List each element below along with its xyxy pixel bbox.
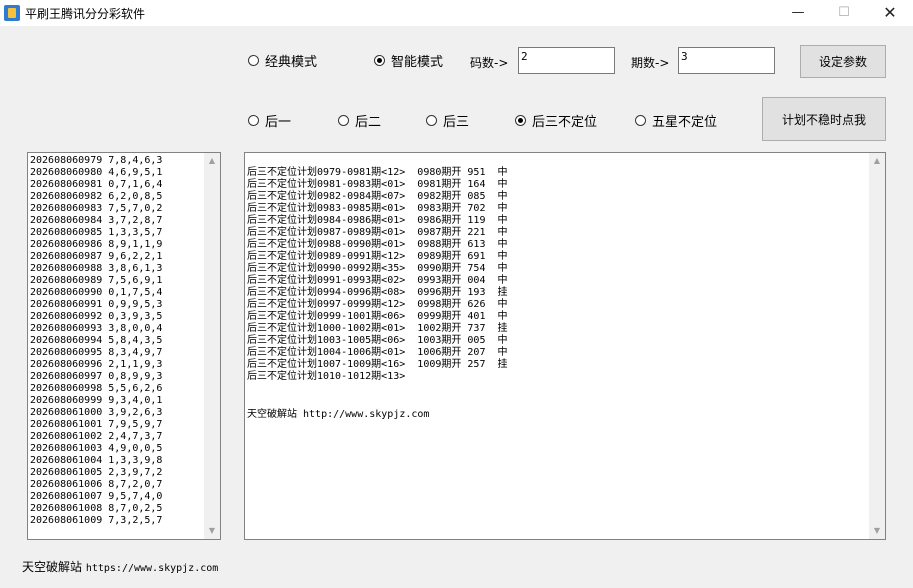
- list-item: 后三不定位计划0983-0985期<01> 0983期开 702 中: [247, 203, 508, 214]
- list-item: 202608060992 0,3,9,3,5: [30, 311, 163, 322]
- list-item: 202608060994 5,8,4,3,5: [30, 335, 163, 346]
- history-scrollbar[interactable]: ▲ ▼: [204, 153, 220, 539]
- radio-dot[interactable]: [635, 114, 646, 126]
- radio-label: 智能模式: [391, 54, 444, 70]
- history-list[interactable]: 202608060979 7,8,4,6,3 202608060980 4,6,9…: [27, 152, 221, 540]
- plan-unstable-button[interactable]: 计划不稳时点我: [762, 97, 886, 141]
- plan-output[interactable]: 后三不定位计划0979-0981期<12> 0980期开 951 中后三不定位计…: [244, 152, 886, 540]
- list-item: 202608060987 9,6,2,2,1: [30, 251, 163, 262]
- radio-dot[interactable]: [374, 54, 385, 66]
- list-item: 后三不定位计划1000-1002期<01> 1002期开 737 挂: [247, 323, 508, 334]
- scroll-up-icon[interactable]: ▲: [204, 153, 220, 169]
- radio-label: 五星不定位: [652, 114, 718, 130]
- minimize-button[interactable]: —: [775, 0, 821, 26]
- radio-dot[interactable]: [338, 114, 349, 126]
- radio-dot[interactable]: [248, 114, 259, 126]
- list-item: 202608060990 0,1,7,5,4: [30, 287, 163, 298]
- list-item: 202608060982 6,2,0,8,5: [30, 191, 163, 202]
- list-item: 202608060985 1,3,3,5,7: [30, 227, 163, 238]
- radio-label: 后三不定位: [532, 114, 598, 130]
- radio-label: 经典模式: [265, 54, 318, 70]
- list-item: 202608060993 3,8,0,0,4: [30, 323, 163, 334]
- radio-five-star-unordered[interactable]: 五星不定位: [635, 112, 718, 130]
- maximize-button[interactable]: ☐: [821, 0, 867, 26]
- list-item: 202608061006 8,7,2,0,7: [30, 479, 163, 490]
- app-icon: [4, 5, 20, 21]
- list-item: 后三不定位计划0994-0996期<08> 0996期开 193 挂: [247, 287, 508, 298]
- plan-footer: 天空破解站 http://www.skypjz.com: [247, 409, 430, 420]
- list-item: 202608060989 7,5,6,9,1: [30, 275, 163, 286]
- radio-last-three-unordered[interactable]: 后三不定位: [515, 112, 598, 130]
- code-count-input[interactable]: 2: [518, 47, 615, 74]
- scroll-down-icon[interactable]: ▼: [204, 523, 220, 539]
- list-item: 202608060988 3,8,6,1,3: [30, 263, 163, 274]
- list-item: 后三不定位计划0979-0981期<12> 0980期开 951 中: [247, 167, 508, 178]
- radio-dot[interactable]: [248, 54, 259, 66]
- radio-last-three[interactable]: 后三: [426, 112, 470, 130]
- footer-link: 天空破解站 https://www.skypjz.com: [22, 558, 218, 575]
- list-item: 后三不定位计划0989-0991期<12> 0989期开 691 中: [247, 251, 508, 262]
- code-count-label: 码数->: [470, 56, 509, 70]
- list-item: 202608061004 1,3,3,9,8: [30, 455, 163, 466]
- period-count-input[interactable]: 3: [678, 47, 775, 74]
- footer-text: 天空破解站: [22, 560, 86, 574]
- list-item: 202608061000 3,9,2,6,3: [30, 407, 163, 418]
- list-item: 202608060998 5,5,6,2,6: [30, 383, 163, 394]
- list-item: 202608060996 2,1,1,9,3: [30, 359, 163, 370]
- list-item: 202608060983 7,5,7,0,2: [30, 203, 163, 214]
- list-item: 后三不定位计划0982-0984期<07> 0982期开 085 中: [247, 191, 508, 202]
- scroll-up-icon[interactable]: ▲: [869, 153, 885, 169]
- plan-scrollbar[interactable]: ▲ ▼: [869, 153, 885, 539]
- window-title: 平刷王腾讯分分彩软件: [25, 7, 146, 21]
- radio-last-one[interactable]: 后一: [248, 112, 292, 130]
- list-item: 后三不定位计划1010-1012期<13>: [247, 371, 406, 382]
- close-button[interactable]: ✕: [867, 0, 913, 26]
- radio-classic-mode[interactable]: 经典模式: [248, 52, 318, 70]
- list-item: 后三不定位计划0987-0989期<01> 0987期开 221 中: [247, 227, 508, 238]
- list-item: 202608061003 4,9,0,0,5: [30, 443, 163, 454]
- radio-label: 后二: [355, 114, 382, 130]
- radio-last-two[interactable]: 后二: [338, 112, 382, 130]
- list-item: 202608060991 0,9,9,5,3: [30, 299, 163, 310]
- period-count-label: 期数->: [631, 56, 670, 70]
- radio-label: 后三: [443, 114, 470, 130]
- list-item: 202608061007 9,5,7,4,0: [30, 491, 163, 502]
- scroll-down-icon[interactable]: ▼: [869, 523, 885, 539]
- list-item: 后三不定位计划0999-1001期<06> 0999期开 401 中: [247, 311, 508, 322]
- list-item: 后三不定位计划1003-1005期<06> 1003期开 005 中: [247, 335, 508, 346]
- list-item: 202608060997 0,8,9,9,3: [30, 371, 163, 382]
- radio-dot[interactable]: [426, 114, 437, 126]
- list-item: 后三不定位计划0988-0990期<01> 0988期开 613 中: [247, 239, 508, 250]
- title-bar: 平刷王腾讯分分彩软件 — ☐ ✕: [0, 0, 913, 26]
- radio-smart-mode[interactable]: 智能模式: [374, 52, 444, 70]
- radio-label: 后一: [265, 114, 292, 130]
- list-item: 202608060981 0,7,1,6,4: [30, 179, 163, 190]
- list-item: 202608060986 8,9,1,1,9: [30, 239, 163, 250]
- list-item: 202608060979 7,8,4,6,3: [30, 155, 163, 166]
- list-item: 202608061001 7,9,5,9,7: [30, 419, 163, 430]
- list-item: 后三不定位计划0981-0983期<01> 0981期开 164 中: [247, 179, 508, 190]
- list-item: 后三不定位计划0984-0986期<01> 0986期开 119 中: [247, 215, 508, 226]
- list-item: 202608060980 4,6,9,5,1: [30, 167, 163, 178]
- list-item: 202608061002 2,4,7,3,7: [30, 431, 163, 442]
- list-item: 后三不定位计划1007-1009期<16> 1009期开 257 挂: [247, 359, 508, 370]
- set-params-button[interactable]: 设定参数: [800, 45, 886, 78]
- list-item: 202608061009 7,3,2,5,7: [30, 515, 163, 526]
- list-item: 后三不定位计划0990-0992期<35> 0990期开 754 中: [247, 263, 508, 274]
- list-item: 202608060999 9,3,4,0,1: [30, 395, 163, 406]
- plan-content: 后三不定位计划0979-0981期<12> 0980期开 951 中后三不定位计…: [247, 167, 508, 383]
- footer-url[interactable]: https://www.skypjz.com: [86, 563, 218, 574]
- list-item: 202608061005 2,3,9,7,2: [30, 467, 163, 478]
- list-item: 后三不定位计划0991-0993期<02> 0993期开 004 中: [247, 275, 508, 286]
- radio-dot[interactable]: [515, 114, 526, 126]
- history-content: 202608060979 7,8,4,6,3 202608060980 4,6,9…: [30, 155, 162, 527]
- list-item: 202608061008 8,7,0,2,5: [30, 503, 163, 514]
- list-item: 202608060984 3,7,2,8,7: [30, 215, 163, 226]
- list-item: 后三不定位计划0997-0999期<12> 0998期开 626 中: [247, 299, 508, 310]
- list-item: 202608060995 8,3,4,9,7: [30, 347, 163, 358]
- list-item: 后三不定位计划1004-1006期<01> 1006期开 207 中: [247, 347, 508, 358]
